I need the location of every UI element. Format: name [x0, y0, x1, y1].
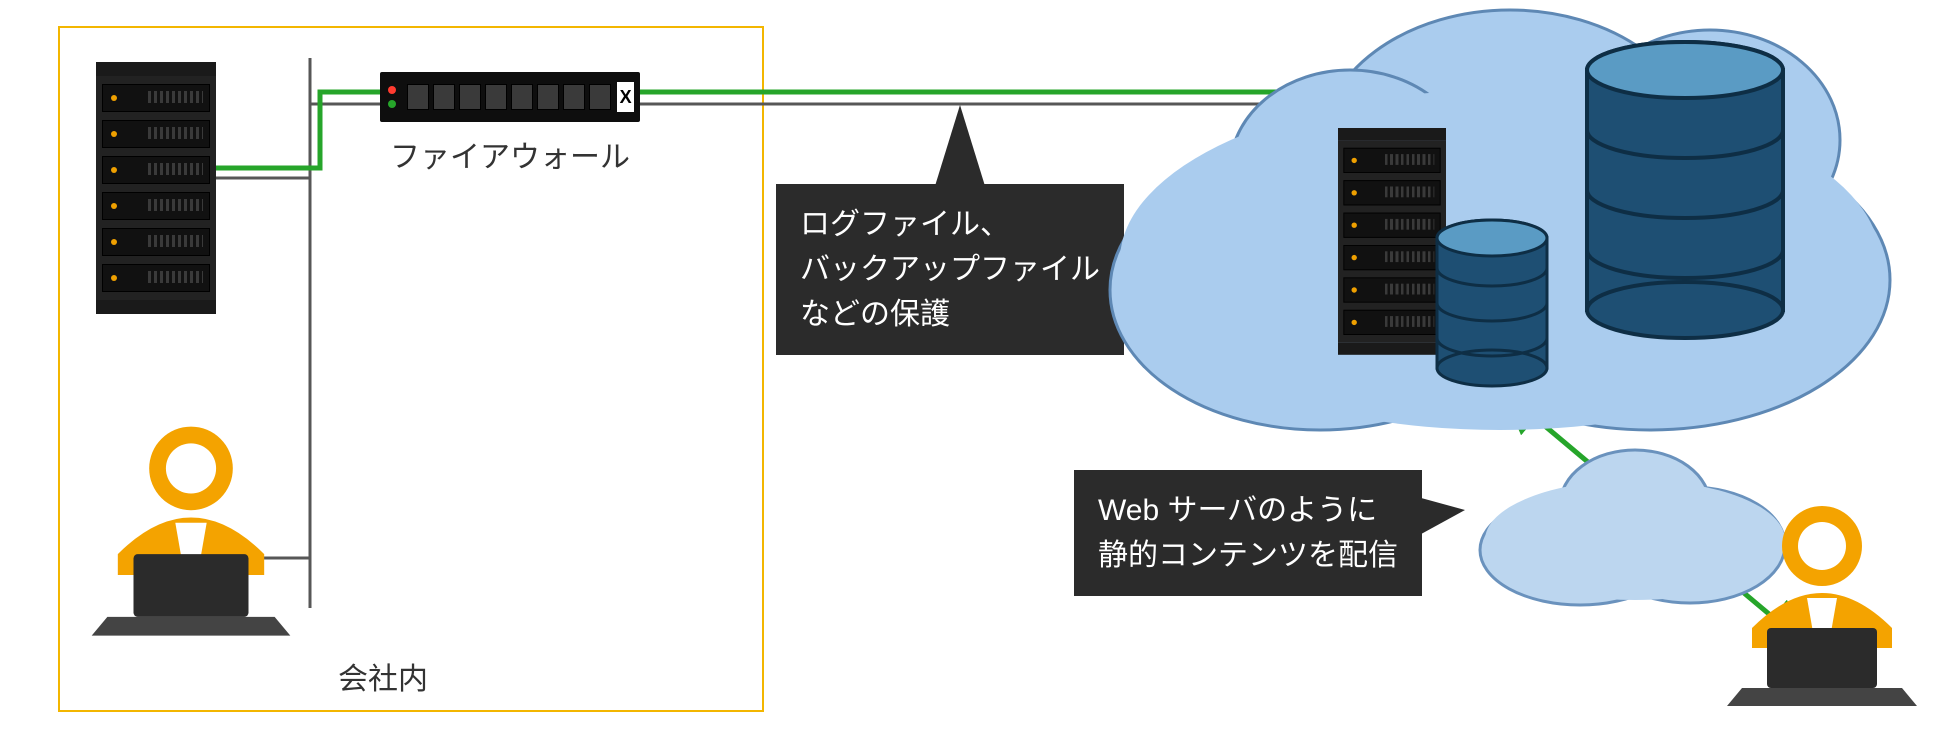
- callout1-line3: などの保護: [800, 292, 1100, 337]
- firewall-badge-icon: X: [617, 82, 634, 112]
- database-small: [1432, 218, 1552, 388]
- server-rack-internal: [96, 62, 216, 314]
- database-large: [1580, 40, 1790, 340]
- callout2-line1: Web サーバのように: [1098, 488, 1398, 533]
- diagram-stage: 会社内: [0, 0, 1960, 750]
- company-label: 会社内: [338, 654, 428, 698]
- callout1-line1: ログファイル、: [800, 202, 1100, 247]
- person-internal: [76, 418, 306, 638]
- firewall-device: X: [380, 72, 640, 122]
- person-external: [1712, 498, 1932, 708]
- firewall-label: ファイアウォール: [390, 132, 630, 176]
- callout-static-content: Web サーバのように 静的コンテンツを配信: [1074, 470, 1422, 596]
- callout1-line2: バックアップファイル: [800, 247, 1100, 292]
- server-rack-cloud: [1338, 128, 1446, 355]
- callout2-line2: 静的コンテンツを配信: [1098, 533, 1398, 578]
- callout-logs-backup: ログファイル、 バックアップファイル などの保護: [776, 184, 1124, 355]
